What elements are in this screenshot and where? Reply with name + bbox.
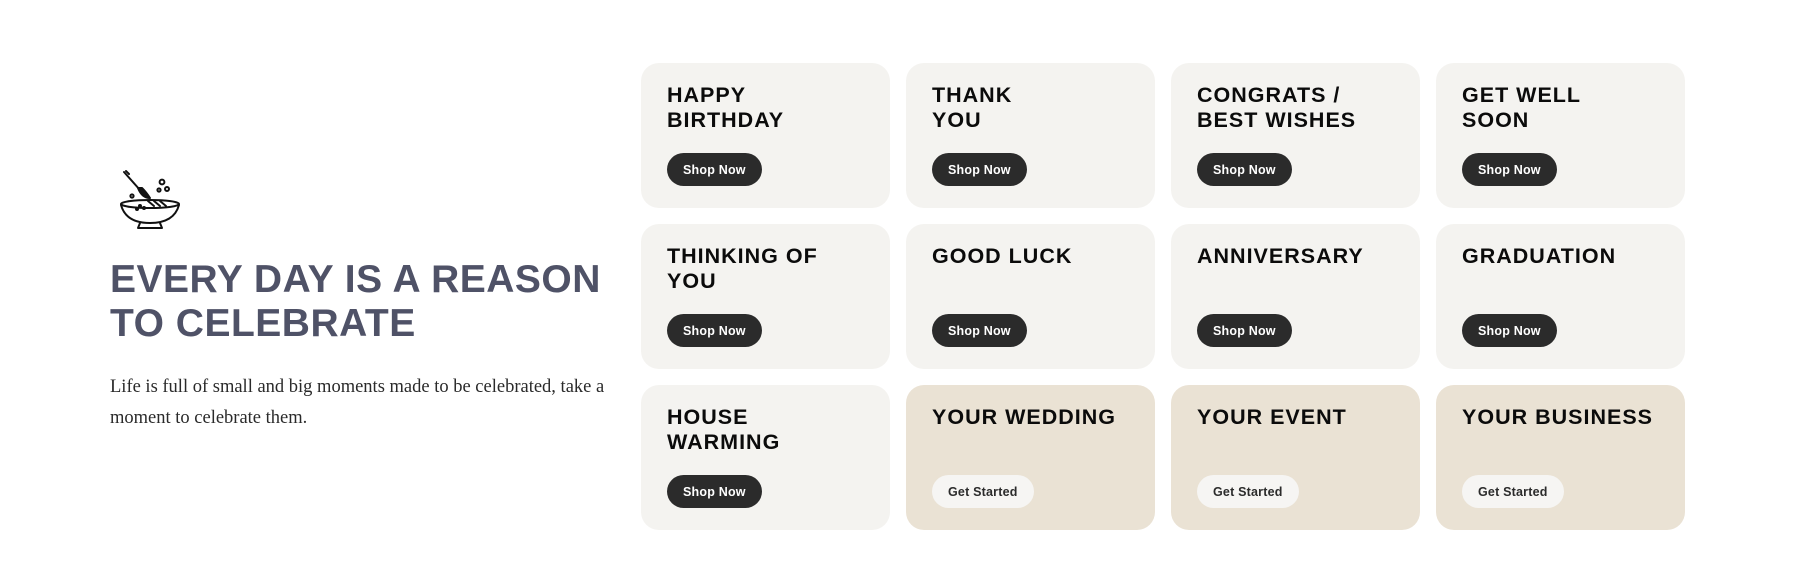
card-congrats-best-wishes[interactable]: CONGRATS / BEST WISHES Shop Now [1171,63,1420,208]
card-title: GOOD LUCK [932,244,1073,268]
card-get-well-soon[interactable]: GET WELL SOON Shop Now [1436,63,1685,208]
card-title: GRADUATION [1462,244,1617,268]
shop-now-button[interactable]: Shop Now [667,153,762,186]
card-anniversary[interactable]: ANNIVERSARY Shop Now [1171,224,1420,369]
card-thank-you[interactable]: THANK YOU Shop Now [906,63,1155,208]
card-your-wedding[interactable]: YOUR WEDDING Get Started [906,385,1155,530]
mixing-bowl-whisk-icon [118,168,182,232]
card-title: YOUR EVENT [1197,405,1347,429]
card-happy-birthday[interactable]: HAPPY BIRTHDAY Shop Now [641,63,890,208]
card-title: GET WELL SOON [1462,83,1582,132]
get-started-button[interactable]: Get Started [1197,475,1299,508]
shop-now-button[interactable]: Shop Now [1197,153,1292,186]
hero-section: EVERY DAY IS A REASON TO CELEBRATE Life … [110,168,630,434]
shop-now-button[interactable]: Shop Now [1462,153,1557,186]
shop-now-button[interactable]: Shop Now [932,153,1027,186]
card-graduation[interactable]: GRADUATION Shop Now [1436,224,1685,369]
card-good-luck[interactable]: GOOD LUCK Shop Now [906,224,1155,369]
shop-now-button[interactable]: Shop Now [667,475,762,508]
occasion-grid: HAPPY BIRTHDAY Shop Now THANK YOU Shop N… [641,63,1685,530]
shop-now-button[interactable]: Shop Now [1462,314,1557,347]
card-thinking-of-you[interactable]: THINKING OF YOU Shop Now [641,224,890,369]
card-title: THINKING OF YOU [667,244,818,293]
page-subtitle: Life is full of small and big moments ma… [110,377,605,428]
shop-now-button[interactable]: Shop Now [1197,314,1292,347]
card-house-warming[interactable]: HOUSE WARMING Shop Now [641,385,890,530]
shop-now-button[interactable]: Shop Now [932,314,1027,347]
card-title: HOUSE WARMING [667,405,781,454]
card-title: YOUR WEDDING [932,405,1116,429]
page-title: EVERY DAY IS A REASON TO CELEBRATE [110,258,601,345]
card-title: CONGRATS / BEST WISHES [1197,83,1357,132]
card-title: ANNIVERSARY [1197,244,1364,268]
card-title: THANK YOU [932,83,1013,132]
get-started-button[interactable]: Get Started [1462,475,1564,508]
card-your-business[interactable]: YOUR BUSINESS Get Started [1436,385,1685,530]
get-started-button[interactable]: Get Started [932,475,1034,508]
card-your-event[interactable]: YOUR EVENT Get Started [1171,385,1420,530]
card-title: YOUR BUSINESS [1462,405,1654,429]
card-title: HAPPY BIRTHDAY [667,83,785,132]
shop-now-button[interactable]: Shop Now [667,314,762,347]
